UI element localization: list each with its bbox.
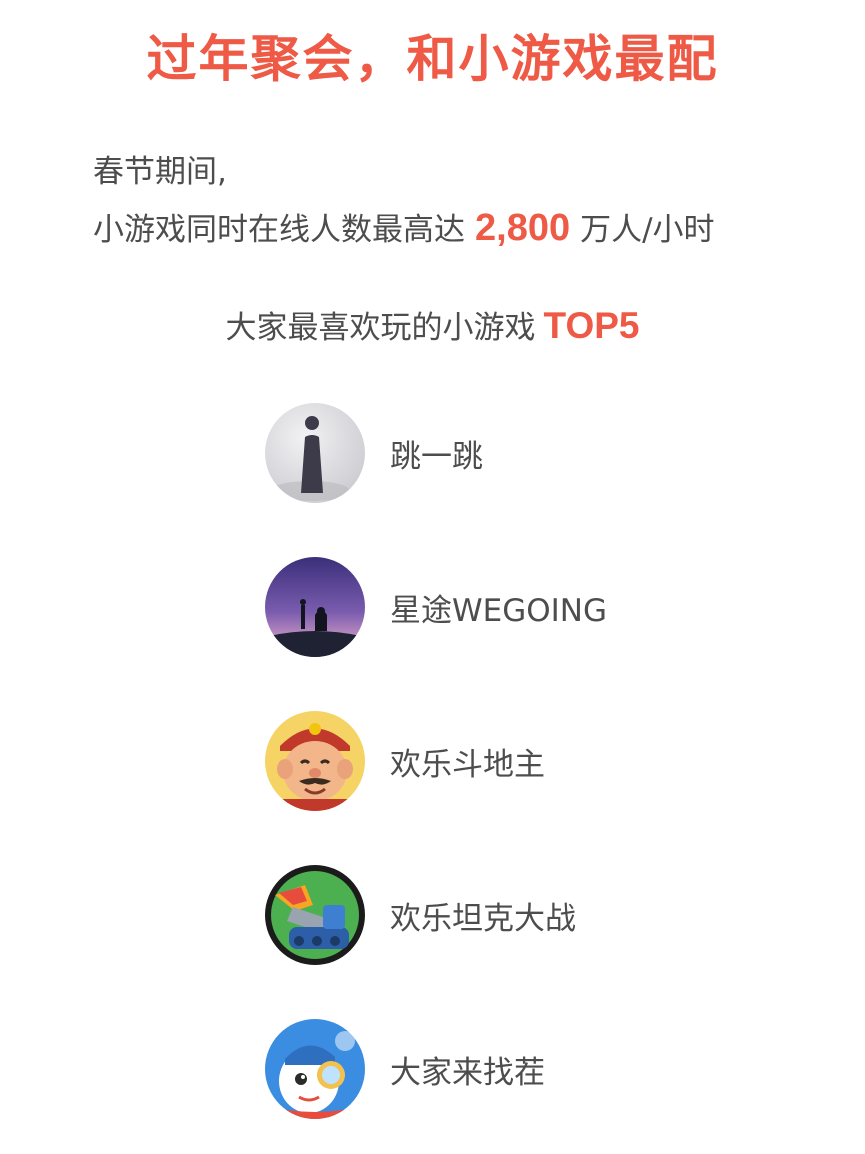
intro-line-2: 小游戏同时在线人数最高达 2,800 万人/小时 [93, 200, 715, 258]
game-item-doudizhu[interactable]: 欢乐斗地主 [265, 711, 545, 811]
section-subtitle: 大家最喜欢玩的小游戏 TOP5 [0, 298, 865, 356]
game-item-jump-jump[interactable]: 跳一跳 [265, 403, 483, 503]
game-name: 星途WEGOING [390, 592, 608, 629]
page-title: 过年聚会，和小游戏最配 [146, 30, 719, 88]
game-name: 跳一跳 [390, 438, 483, 475]
game-item-wegoing[interactable]: 星途WEGOING [265, 557, 607, 657]
game-item-tank-battle[interactable]: 欢乐坦克大战 [265, 865, 576, 965]
top5-label: TOP5 [543, 305, 640, 346]
game-item-find-difference[interactable]: 大家来找茬 [265, 1019, 545, 1119]
intro-line-2-prefix: 小游戏同时在线人数最高达 [93, 212, 465, 248]
intro-text: 春节期间, 小游戏同时在线人数最高达 2,800 万人/小时 [93, 144, 715, 258]
online-count: 2,800 [475, 207, 571, 249]
find-difference-icon [265, 1019, 365, 1119]
game-name: 欢乐坦克大战 [390, 900, 576, 937]
tank-battle-icon [265, 865, 365, 965]
intro-line-2-suffix: 万人/小时 [580, 212, 715, 248]
game-name: 欢乐斗地主 [390, 746, 545, 783]
game-name: 大家来找茬 [390, 1054, 545, 1091]
subtitle-text: 大家最喜欢玩的小游戏 [225, 310, 536, 346]
intro-line-1: 春节期间, [93, 154, 227, 190]
jump-jump-icon [265, 403, 365, 503]
doudizhu-icon [265, 711, 365, 811]
wegoing-icon [265, 557, 365, 657]
